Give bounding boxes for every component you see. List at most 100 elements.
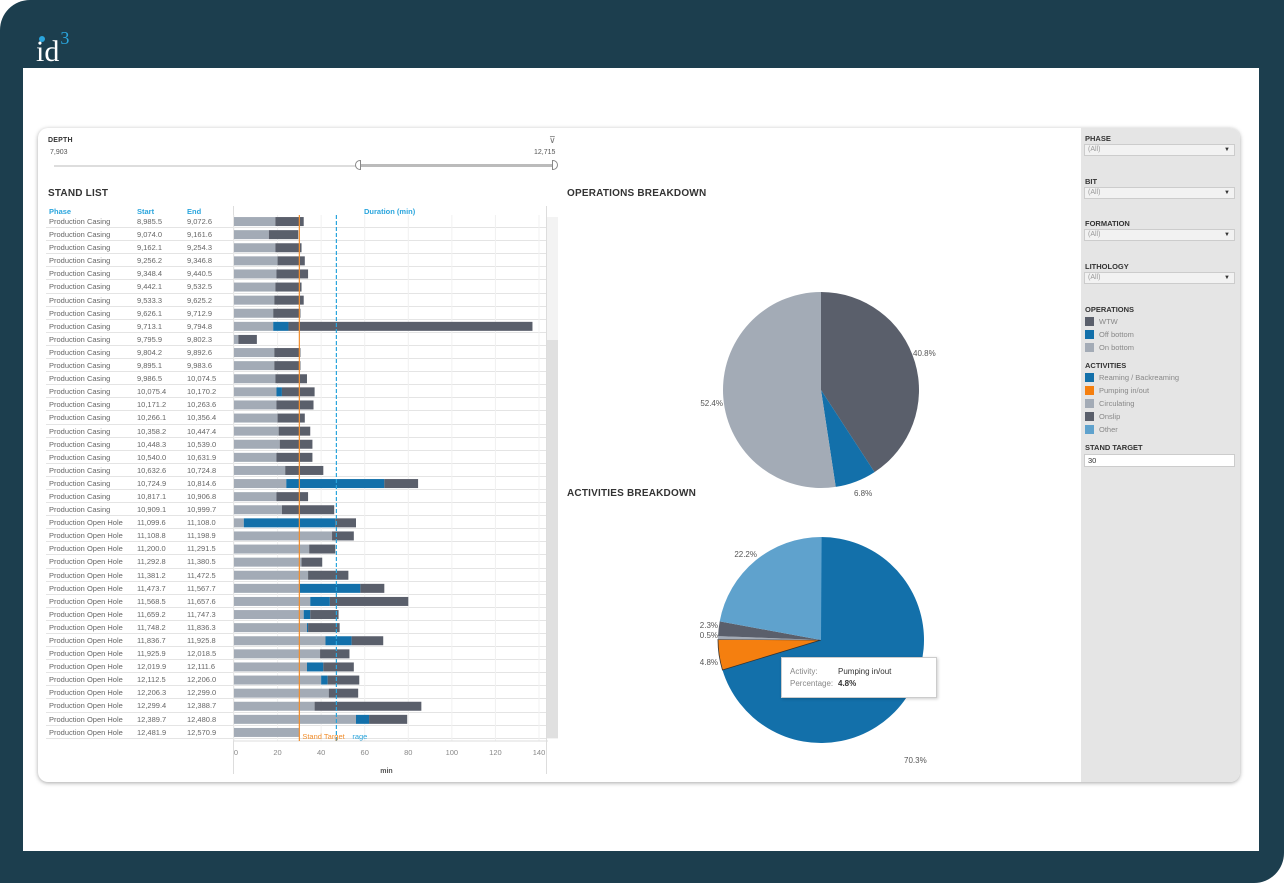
bar-segment-on-bottom[interactable] bbox=[234, 439, 280, 449]
bar-segment-on-bottom[interactable] bbox=[234, 518, 244, 528]
bar-segment-on-bottom[interactable] bbox=[234, 727, 300, 737]
bar-segment-on-bottom[interactable] bbox=[234, 334, 239, 344]
bar-segment-wtw[interactable] bbox=[351, 636, 384, 646]
bar-segment-on-bottom[interactable] bbox=[234, 649, 321, 659]
bar-segment-wtw[interactable] bbox=[274, 361, 301, 371]
bar-segment-off-bottom[interactable] bbox=[299, 583, 361, 593]
bar-segment-on-bottom[interactable] bbox=[234, 387, 277, 397]
bar-segment-on-bottom[interactable] bbox=[234, 675, 322, 685]
bar-segment-wtw[interactable] bbox=[276, 269, 309, 279]
bar-segment-on-bottom[interactable] bbox=[234, 701, 315, 711]
bar-segment-on-bottom[interactable] bbox=[234, 557, 302, 567]
bar-segment-wtw[interactable] bbox=[328, 688, 359, 698]
bar-segment-on-bottom[interactable] bbox=[234, 308, 274, 318]
bar-segment-off-bottom[interactable] bbox=[356, 714, 370, 724]
bar-segment-wtw[interactable] bbox=[323, 662, 354, 672]
bar-segment-wtw[interactable] bbox=[327, 675, 360, 685]
pie-slice-on-bottom[interactable] bbox=[723, 292, 836, 488]
bar-segment-on-bottom[interactable] bbox=[234, 714, 356, 724]
bar-segment-on-bottom[interactable] bbox=[234, 623, 307, 633]
bar-segment-wtw[interactable] bbox=[281, 387, 315, 397]
bar-segment-wtw[interactable] bbox=[308, 623, 340, 633]
bar-segment-wtw[interactable] bbox=[277, 413, 305, 423]
depth-slider-min-handle[interactable] bbox=[355, 160, 361, 170]
bar-segment-on-bottom[interactable] bbox=[234, 479, 287, 489]
bar-segment-on-bottom[interactable] bbox=[234, 505, 282, 515]
stand-list-scroll-thumb[interactable] bbox=[547, 340, 558, 738]
bar-segment-wtw[interactable] bbox=[320, 649, 350, 659]
bar-segment-off-bottom[interactable] bbox=[243, 518, 336, 528]
bar-segment-wtw[interactable] bbox=[309, 544, 336, 554]
bar-segment-wtw[interactable] bbox=[276, 452, 313, 462]
bar-segment-on-bottom[interactable] bbox=[234, 662, 307, 672]
bar-segment-on-bottom[interactable] bbox=[234, 570, 309, 580]
bar-segment-wtw[interactable] bbox=[332, 531, 354, 541]
bar-segment-on-bottom[interactable] bbox=[234, 348, 275, 358]
bar-segment-on-bottom[interactable] bbox=[234, 426, 279, 436]
depth-slider-range[interactable] bbox=[358, 164, 555, 167]
bar-segment-on-bottom[interactable] bbox=[234, 452, 277, 462]
bar-segment-wtw[interactable] bbox=[281, 505, 335, 515]
bar-segment-off-bottom[interactable] bbox=[325, 636, 352, 646]
bar-segment-wtw[interactable] bbox=[360, 583, 385, 593]
bar-segment-off-bottom[interactable] bbox=[306, 662, 324, 672]
bar-segment-on-bottom[interactable] bbox=[234, 256, 278, 266]
chevron-down-icon: ▼ bbox=[1224, 190, 1230, 196]
bar-segment-on-bottom[interactable] bbox=[234, 465, 286, 475]
bar-segment-wtw[interactable] bbox=[279, 439, 313, 449]
bar-segment-on-bottom[interactable] bbox=[234, 282, 276, 292]
bar-segment-wtw[interactable] bbox=[384, 479, 419, 489]
bar-segment-on-bottom[interactable] bbox=[234, 413, 278, 423]
bar-segment-off-bottom[interactable] bbox=[286, 479, 385, 489]
bar-segment-on-bottom[interactable] bbox=[234, 636, 326, 646]
bar-segment-off-bottom[interactable] bbox=[273, 321, 289, 331]
bar-segment-wtw[interactable] bbox=[268, 230, 299, 240]
bar-segment-wtw[interactable] bbox=[273, 308, 301, 318]
bar-segment-on-bottom[interactable] bbox=[234, 544, 310, 554]
formation-dropdown[interactable]: (All) ▼ bbox=[1084, 229, 1235, 241]
bar-segment-on-bottom[interactable] bbox=[234, 269, 277, 279]
bar-segment-on-bottom[interactable] bbox=[234, 243, 276, 253]
phase-dropdown[interactable]: (All) ▼ bbox=[1084, 144, 1235, 156]
bar-segment-on-bottom[interactable] bbox=[234, 531, 333, 541]
bar-segment-wtw[interactable] bbox=[329, 596, 409, 606]
bar-segment-wtw[interactable] bbox=[238, 334, 257, 344]
bar-segment-wtw[interactable] bbox=[335, 518, 356, 528]
bar-segment-on-bottom[interactable] bbox=[234, 295, 275, 305]
bar-segment-off-bottom[interactable] bbox=[321, 675, 328, 685]
bar-segment-wtw[interactable] bbox=[277, 256, 305, 266]
bar-segment-on-bottom[interactable] bbox=[234, 610, 304, 620]
bar-segment-wtw[interactable] bbox=[314, 701, 422, 711]
bar-segment-wtw[interactable] bbox=[288, 321, 533, 331]
bar-segment-wtw[interactable] bbox=[274, 348, 301, 358]
bit-dropdown[interactable]: (All) ▼ bbox=[1084, 187, 1235, 199]
bar-segment-on-bottom[interactable] bbox=[234, 230, 269, 240]
stand-target-input[interactable]: 30 bbox=[1084, 454, 1235, 467]
bar-segment-off-bottom[interactable] bbox=[303, 610, 311, 620]
lithology-dropdown[interactable]: (All) ▼ bbox=[1084, 272, 1235, 284]
bar-segment-wtw[interactable] bbox=[285, 465, 324, 475]
bar-segment-wtw[interactable] bbox=[275, 374, 307, 384]
bar-segment-wtw[interactable] bbox=[278, 426, 311, 436]
depth-slider-max-handle[interactable] bbox=[552, 160, 558, 170]
bar-segment-on-bottom[interactable] bbox=[234, 583, 300, 593]
bar-segment-off-bottom[interactable] bbox=[306, 623, 309, 633]
bar-segment-on-bottom[interactable] bbox=[234, 374, 276, 384]
bar-segment-wtw[interactable] bbox=[310, 610, 339, 620]
bar-segment-wtw[interactable] bbox=[276, 400, 314, 410]
bar-segment-wtw[interactable] bbox=[275, 282, 302, 292]
bar-segment-wtw[interactable] bbox=[301, 557, 323, 567]
bar-segment-wtw[interactable] bbox=[275, 243, 302, 253]
bar-segment-off-bottom[interactable] bbox=[310, 596, 330, 606]
bar-segment-off-bottom[interactable] bbox=[276, 387, 282, 397]
bar-segment-wtw[interactable] bbox=[276, 492, 309, 502]
bar-segment-on-bottom[interactable] bbox=[234, 688, 329, 698]
bar-segment-on-bottom[interactable] bbox=[234, 361, 275, 371]
bar-segment-wtw[interactable] bbox=[369, 714, 408, 724]
bar-segment-on-bottom[interactable] bbox=[234, 492, 277, 502]
filter-clear-icon[interactable]: ⊽ bbox=[549, 135, 556, 146]
bar-segment-on-bottom[interactable] bbox=[234, 321, 274, 331]
bar-segment-wtw[interactable] bbox=[308, 570, 349, 580]
bar-segment-on-bottom[interactable] bbox=[234, 217, 276, 227]
bar-segment-on-bottom[interactable] bbox=[234, 400, 277, 410]
